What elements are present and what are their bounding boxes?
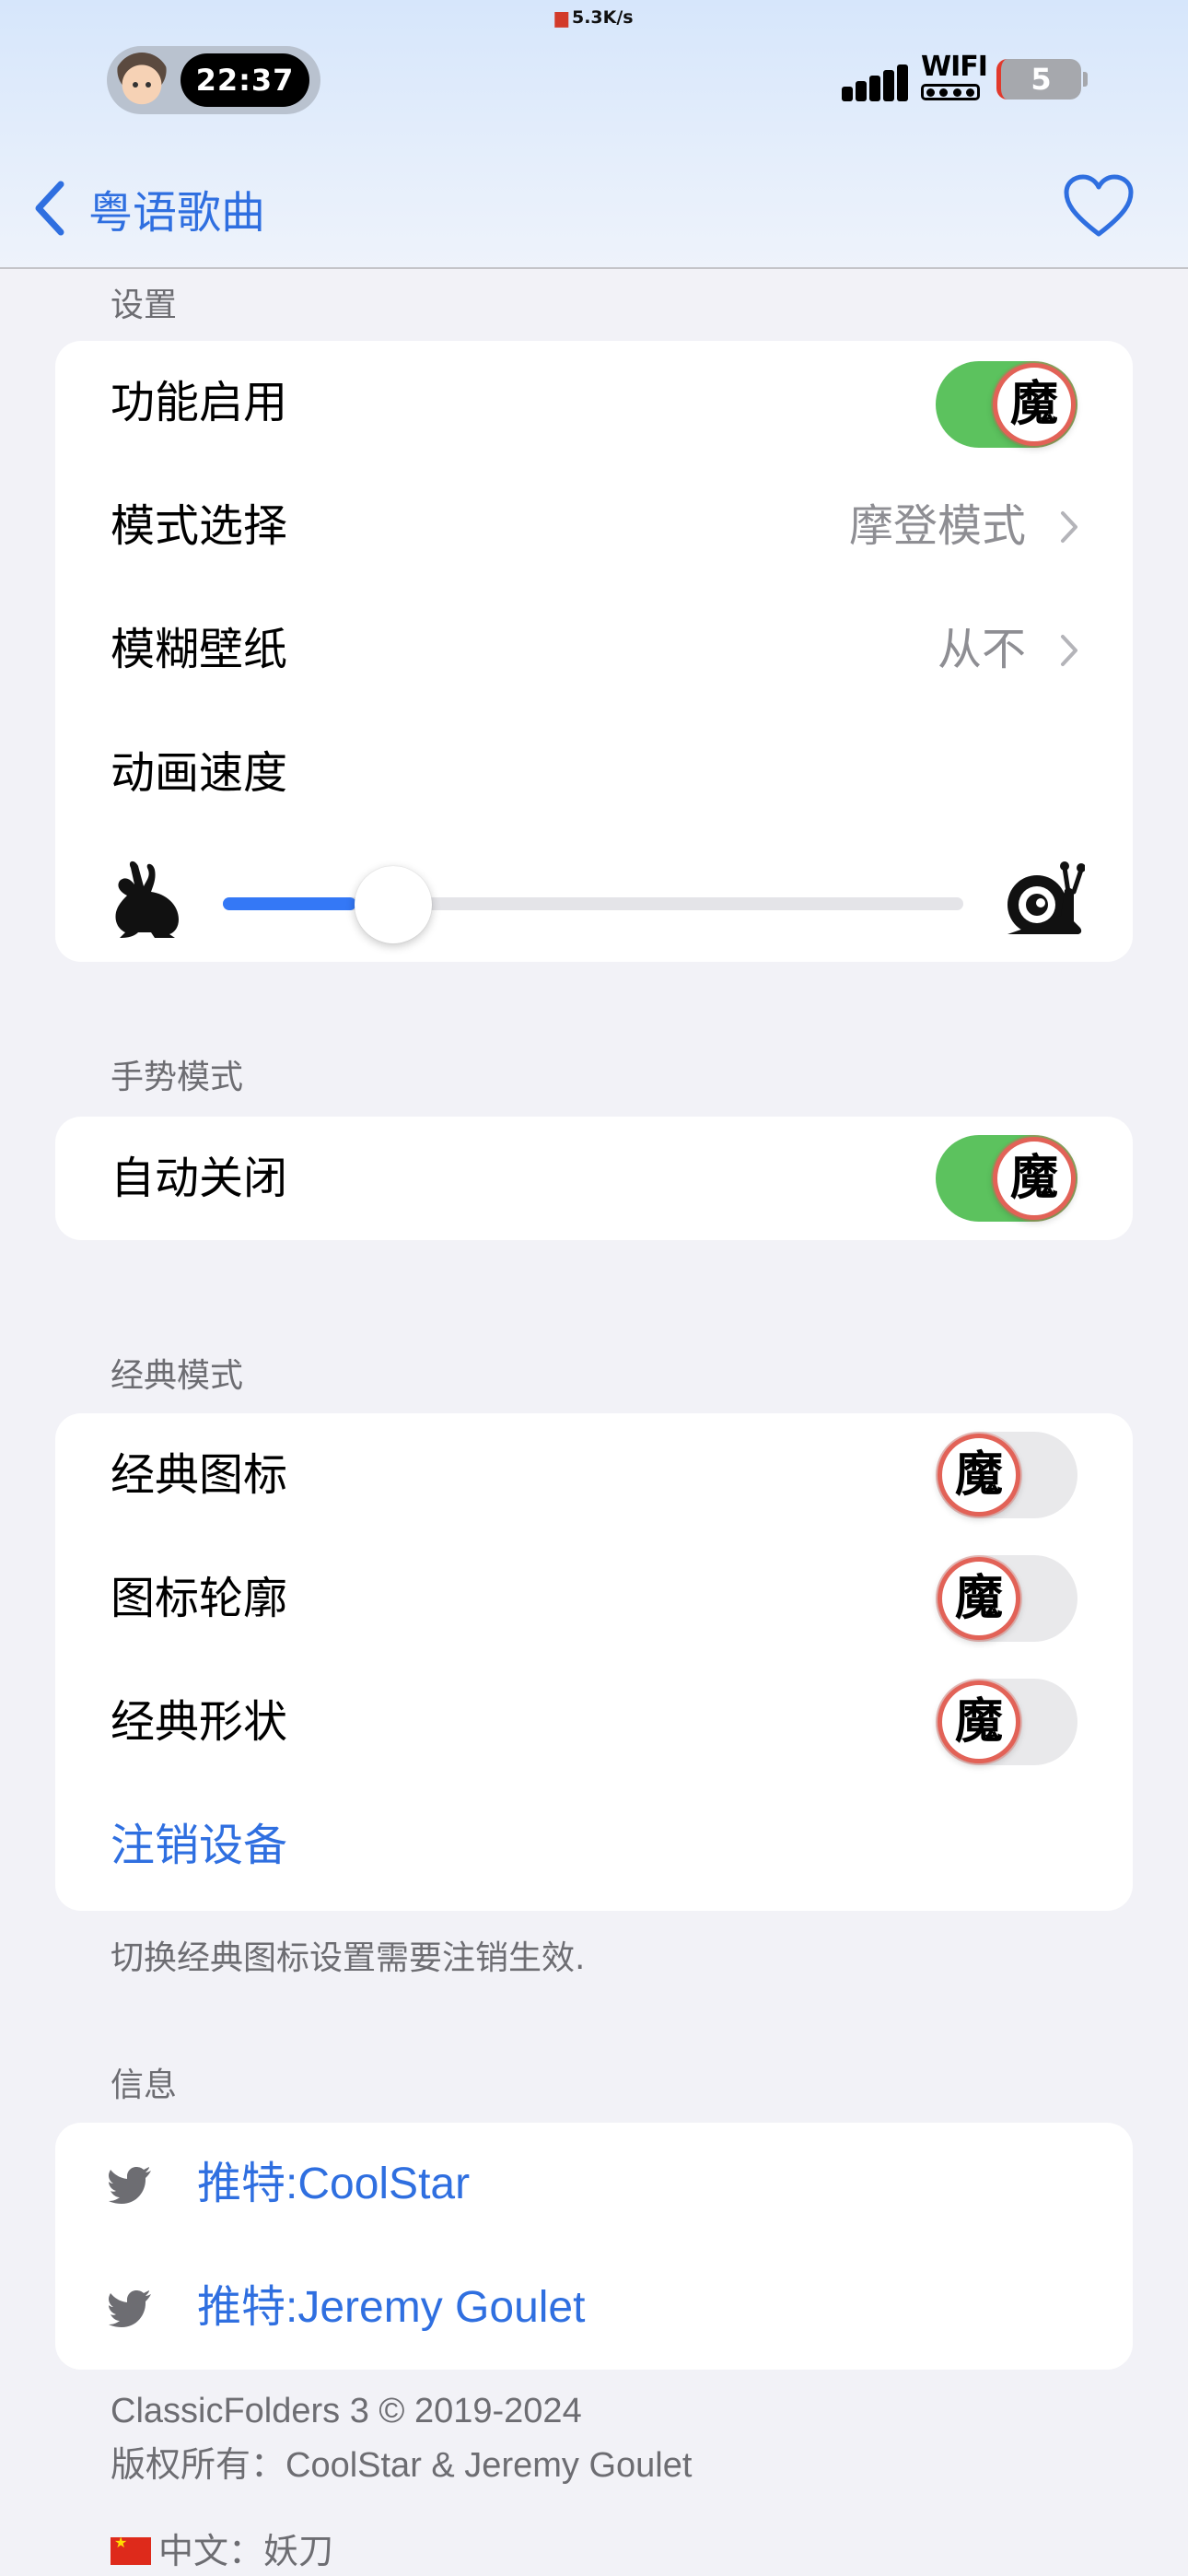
- classic-header: 经典模式: [111, 1357, 244, 1395]
- battery-tip: [1083, 72, 1088, 87]
- rabbit-icon: [115, 861, 179, 938]
- favorite-button[interactable]: [1063, 173, 1135, 240]
- wifi-label: WIFI: [921, 51, 988, 83]
- signal-icon: [842, 59, 908, 101]
- twitter-coolstar-label: 推特:CoolStar: [197, 2160, 471, 2208]
- classic-icons-toggle[interactable]: 魔: [936, 1432, 1077, 1518]
- twitter-jeremy-link[interactable]: 推特:Jeremy Goulet: [55, 2246, 1133, 2370]
- back-label: 粤语歌曲: [88, 187, 266, 239]
- speed-slider-thumb[interactable]: [354, 866, 432, 943]
- auto-close-toggle[interactable]: 魔: [936, 1135, 1077, 1222]
- speed-slider-track[interactable]: [223, 897, 963, 910]
- battery-level: 5: [1031, 62, 1052, 97]
- logout-label: 注销设备: [111, 1820, 288, 1871]
- settings-header: 设置: [111, 287, 178, 324]
- translator-text: 中文：妖刀: [158, 2533, 334, 2571]
- blur-label: 模糊壁纸: [111, 624, 288, 675]
- copyright-text: ClassicFolders 3 © 2019-2024: [111, 2392, 582, 2430]
- toggle-knob: 魔: [938, 1434, 1020, 1516]
- animation-speed-row: 动画速度: [55, 711, 1133, 835]
- toggle-knob: 魔: [993, 363, 1076, 446]
- navigation-bar: ▆ 5.3K/s 22:37 WIFI 5 粤语歌曲: [0, 0, 1188, 269]
- info-card: 推特:CoolStar 推特:Jeremy Goulet: [55, 2123, 1133, 2370]
- china-flag-icon: [111, 2534, 151, 2565]
- enable-toggle[interactable]: 魔: [936, 361, 1077, 448]
- rights-text: 版权所有：CoolStar & Jeremy Goulet: [111, 2446, 693, 2485]
- auto-close-label: 自动关闭: [111, 1153, 288, 1204]
- info-header: 信息: [111, 2067, 178, 2104]
- twitter-jeremy-label: 推特:Jeremy Goulet: [197, 2283, 586, 2332]
- icon-outline-row: 图标轮廓 魔: [55, 1537, 1133, 1660]
- classic-icons-label: 经典图标: [111, 1449, 288, 1501]
- settings-page: ▆ 5.3K/s 22:37 WIFI 5 粤语歌曲 设置 功能启用 魔 模式选…: [0, 0, 1188, 2576]
- icon-outline-toggle[interactable]: 魔: [936, 1555, 1077, 1642]
- enable-label: 功能启用: [111, 377, 288, 428]
- classic-card: 经典图标 魔 图标轮廓 魔 经典形状 魔 注销设备: [55, 1413, 1133, 1911]
- snail-icon: [1007, 861, 1085, 934]
- classic-shape-label: 经典形状: [111, 1696, 288, 1748]
- chevron-left-icon: [35, 181, 64, 236]
- enable-row: 功能启用 魔: [55, 341, 1133, 464]
- toggle-knob: 魔: [938, 1557, 1020, 1640]
- classic-icons-row: 经典图标 魔: [55, 1413, 1133, 1537]
- translator-line: 中文：妖刀: [111, 2523, 333, 2573]
- mode-value: 摩登模式: [848, 500, 1026, 552]
- gesture-card: 自动关闭 魔: [55, 1117, 1133, 1240]
- toggle-knob: 魔: [938, 1680, 1020, 1763]
- heart-icon: [1064, 174, 1134, 237]
- settings-card: 功能启用 魔 模式选择 摩登模式 模糊壁纸 从不 动画速度: [55, 341, 1133, 962]
- twitter-bird-icon: [109, 2290, 151, 2327]
- chevron-right-icon: [1061, 511, 1077, 543]
- clock-pill: 22:37: [107, 46, 320, 114]
- avatar: [114, 53, 169, 108]
- net-speed-text: 5.3K/s: [571, 7, 634, 28]
- net-speed-indicator: ▆ 5.3K/s: [0, 7, 1188, 28]
- twitter-coolstar-link[interactable]: 推特:CoolStar: [55, 2123, 1133, 2246]
- chevron-right-icon: [1061, 635, 1077, 666]
- auto-close-row: 自动关闭 魔: [55, 1117, 1133, 1240]
- twitter-bird-icon: [109, 2167, 151, 2204]
- icon-outline-label: 图标轮廓: [111, 1573, 288, 1624]
- wifi-icon: WIFI: [921, 51, 988, 103]
- speed-slider-row: [55, 838, 1133, 958]
- blur-value: 从不: [937, 624, 1026, 675]
- classic-footnote: 切换经典图标设置需要注销生效.: [111, 1939, 586, 1977]
- gesture-header: 手势模式: [111, 1059, 244, 1096]
- logout-device-button[interactable]: 注销设备: [55, 1784, 1133, 1907]
- blur-wallpaper-row[interactable]: 模糊壁纸 从不: [55, 588, 1133, 711]
- classic-shape-toggle[interactable]: 魔: [936, 1679, 1077, 1765]
- classic-shape-row: 经典形状 魔: [55, 1660, 1133, 1784]
- toggle-knob: 魔: [993, 1137, 1076, 1220]
- battery-icon: 5: [996, 59, 1081, 100]
- speed-slider-fill: [223, 897, 356, 910]
- mode-select-row[interactable]: 模式选择 摩登模式: [55, 464, 1133, 588]
- status-time: 22:37: [181, 53, 309, 107]
- back-button[interactable]: 粤语歌曲: [33, 175, 265, 241]
- car-icon: ▆: [554, 7, 568, 28]
- mode-label: 模式选择: [111, 500, 288, 552]
- speed-label: 动画速度: [111, 747, 288, 799]
